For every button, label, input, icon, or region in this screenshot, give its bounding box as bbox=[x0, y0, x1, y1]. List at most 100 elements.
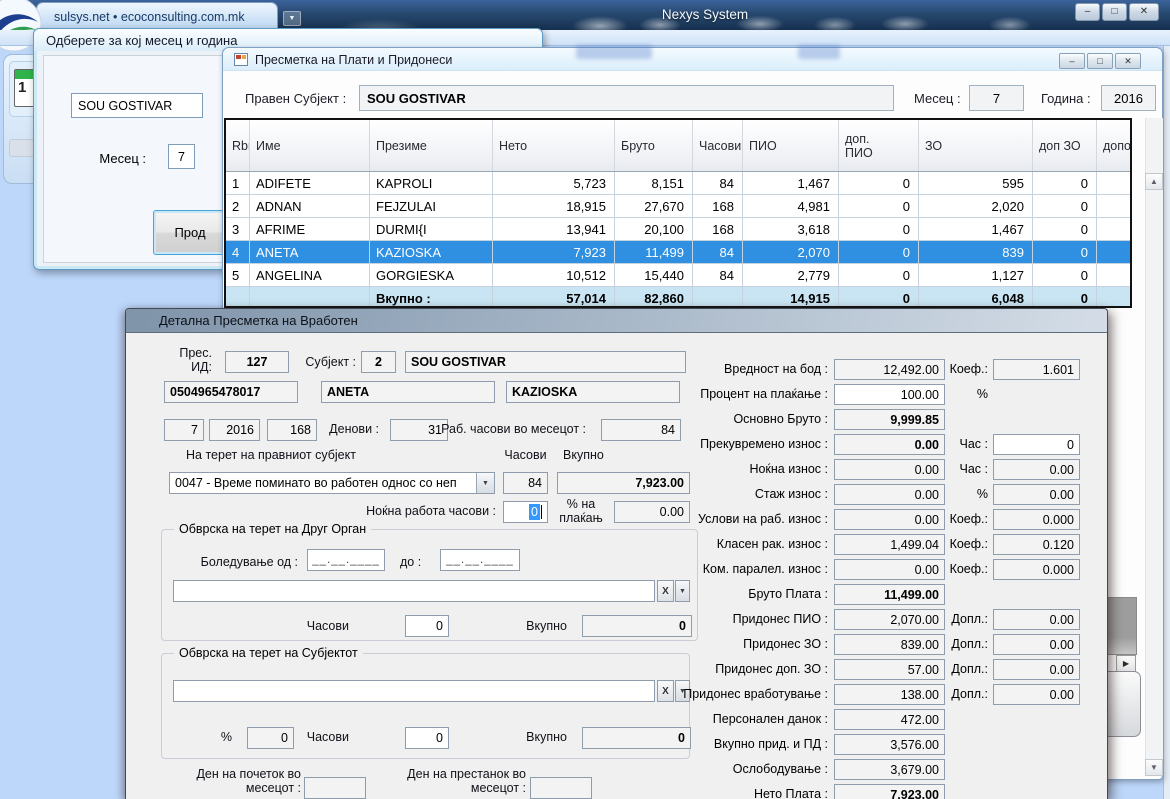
field-value-2[interactable]: 0.00 bbox=[993, 484, 1080, 505]
detail-right-row: Ком. паралел. износ : 0.00 Коеф.: 0.000 bbox=[126, 559, 1086, 580]
field-value[interactable]: 12,492.00 bbox=[834, 359, 945, 380]
maximize-icon: □ bbox=[1111, 7, 1117, 17]
field-label-2: Коеф.: bbox=[944, 362, 988, 376]
detail-right-row: Придонес ЗО : 839.00 Допл.: 0.00 bbox=[126, 634, 1086, 655]
maximize-button[interactable]: □ bbox=[1102, 3, 1127, 21]
table-row[interactable]: 5 ANGELINA GORGIESKA 10,512 15,440 84 2,… bbox=[226, 264, 1130, 287]
child-restore-button[interactable]: □ bbox=[1087, 53, 1113, 69]
continue-button[interactable]: Прод bbox=[153, 210, 227, 255]
minimize-icon: – bbox=[1085, 7, 1091, 17]
field-label: Придонес ЗО : bbox=[556, 637, 828, 651]
table-row[interactable]: 1 ADIFETE KAPROLI 5,723 8,151 84 1,467 0… bbox=[226, 172, 1130, 195]
minimize-icon: – bbox=[1069, 56, 1074, 66]
blurred-menu-text bbox=[798, 45, 840, 59]
field-value[interactable]: 11,499.00 bbox=[834, 584, 945, 605]
detail-right-row: Придонес вработување : 138.00 Допл.: 0.0… bbox=[126, 684, 1086, 705]
field-label-2: Час : bbox=[944, 462, 988, 476]
field-value[interactable]: 1,499.04 bbox=[834, 534, 945, 555]
field-value[interactable]: 138.00 bbox=[834, 684, 945, 705]
field-label: Услови на раб. износ : bbox=[556, 512, 828, 526]
field-value-2[interactable]: 0.120 bbox=[993, 534, 1080, 555]
col-header-prezime[interactable]: Презиме bbox=[370, 120, 493, 171]
month-label: Месец : bbox=[914, 91, 961, 106]
col-header-dop-zo[interactable]: доп ЗО bbox=[1033, 120, 1097, 171]
field-value[interactable]: 9,999.85 bbox=[834, 409, 945, 430]
detail-window-title: Детална Пресметка на Вработен bbox=[159, 313, 358, 328]
field-value[interactable]: 2,070.00 bbox=[834, 609, 945, 630]
month-field[interactable]: 7 bbox=[969, 85, 1024, 111]
field-value-2[interactable]: 0.00 bbox=[993, 659, 1080, 680]
field-label: Вкупно прид. и ПД : bbox=[556, 737, 828, 751]
scroll-down-icon: ▼ bbox=[1150, 763, 1158, 772]
field-label-2: % bbox=[944, 387, 988, 401]
col-header-dopol[interactable]: допол bbox=[1097, 120, 1132, 171]
field-label-2: Допл.: bbox=[944, 662, 988, 676]
scroll-up-button[interactable]: ▲ bbox=[1145, 173, 1163, 190]
minimize-button[interactable]: – bbox=[1075, 3, 1100, 21]
legal-subject-label: Правен Субјект : bbox=[245, 91, 346, 106]
field-value-2[interactable]: 0.00 bbox=[993, 684, 1080, 705]
field-value[interactable]: 472.00 bbox=[834, 709, 945, 730]
col-header-bruto[interactable]: Бруто bbox=[615, 120, 693, 171]
vertical-scrollbar[interactable] bbox=[1145, 118, 1163, 776]
col-header-casovi[interactable]: Часови bbox=[693, 120, 743, 171]
year-label: Година : bbox=[1041, 91, 1091, 106]
table-body: 1 ADIFETE KAPROLI 5,723 8,151 84 1,467 0… bbox=[226, 172, 1130, 308]
field-value[interactable]: 839.00 bbox=[834, 634, 945, 655]
legal-subject-field[interactable]: SOU GOSTIVAR bbox=[359, 85, 894, 111]
tab-dropdown-icon[interactable]: ▼ bbox=[283, 11, 301, 26]
field-value[interactable]: 0.00 bbox=[834, 434, 945, 455]
restore-icon: □ bbox=[1097, 56, 1102, 66]
field-label: Персонален данок : bbox=[556, 712, 828, 726]
field-value-2[interactable]: 0.000 bbox=[993, 509, 1080, 530]
child-minimize-button[interactable]: – bbox=[1059, 53, 1085, 69]
field-value[interactable]: 7,923.00 bbox=[834, 784, 945, 799]
col-header-ime[interactable]: Име bbox=[250, 120, 370, 171]
table-row[interactable]: 2 ADNAN FEJZULAI 18,915 27,670 168 4,981… bbox=[226, 195, 1130, 218]
scroll-right-button[interactable]: ▶ bbox=[1116, 655, 1136, 672]
col-header-neto[interactable]: Нето bbox=[493, 120, 615, 171]
field-value[interactable]: 100.00 bbox=[834, 384, 945, 405]
mdi-right-edge bbox=[1163, 46, 1170, 799]
detail-right-row: Прекувремено износ : 0.00 Час : 0 bbox=[126, 434, 1086, 455]
detail-right-row: Нето Плата : 7,923.00 bbox=[126, 784, 1086, 799]
child-close-button[interactable]: ✕ bbox=[1115, 53, 1141, 69]
scroll-down-button[interactable]: ▼ bbox=[1145, 759, 1163, 776]
field-value-2[interactable]: 0 bbox=[993, 434, 1080, 455]
field-value[interactable]: 0.00 bbox=[834, 459, 945, 480]
month-input[interactable]: 7 bbox=[168, 144, 195, 169]
year-field[interactable]: 2016 bbox=[1101, 85, 1156, 111]
col-header-rbr[interactable]: Rbr bbox=[226, 120, 250, 171]
field-label-2: Коеф.: bbox=[944, 537, 988, 551]
table-row[interactable]: 4 ANETA KAZIOSKA 7,923 11,499 84 2,070 0… bbox=[226, 241, 1130, 264]
field-value[interactable]: 0.00 bbox=[834, 559, 945, 580]
col-header-pio[interactable]: ПИО bbox=[743, 120, 839, 171]
field-label-2: Допл.: bbox=[944, 612, 988, 626]
detail-right-row: Придонес доп. ЗО : 57.00 Допл.: 0.00 bbox=[126, 659, 1086, 680]
col-header-zo[interactable]: ЗО bbox=[919, 120, 1033, 171]
field-label: Вредност на бод : bbox=[556, 362, 828, 376]
field-label: Прекувремено износ : bbox=[556, 437, 828, 451]
close-button[interactable]: ✕ bbox=[1129, 3, 1159, 21]
detail-right-rows: Вредност на бод : 12,492.00 Коеф.: 1.601… bbox=[126, 359, 1086, 799]
field-value[interactable]: 3,576.00 bbox=[834, 734, 945, 755]
field-value[interactable]: 0.00 bbox=[834, 509, 945, 530]
blurred-menu-text bbox=[576, 45, 652, 59]
subject-combobox[interactable]: SOU GOSTIVAR bbox=[71, 93, 203, 118]
field-label: Класен рак. износ : bbox=[556, 537, 828, 551]
detail-right-row: Класен рак. износ : 1,499.04 Коеф.: 0.12… bbox=[126, 534, 1086, 555]
field-value[interactable]: 3,679.00 bbox=[834, 759, 945, 780]
table-row[interactable]: Вкупно : 57,014 82,860 14,915 0 6,048 0 bbox=[226, 287, 1130, 308]
field-value-2[interactable]: 0.00 bbox=[993, 459, 1080, 480]
table-row[interactable]: 3 AFRIME DURMI{I 13,941 20,100 168 3,618… bbox=[226, 218, 1130, 241]
field-value-2[interactable]: 0.000 bbox=[993, 559, 1080, 580]
close-icon: ✕ bbox=[1140, 7, 1148, 17]
field-value[interactable]: 57.00 bbox=[834, 659, 945, 680]
field-value-2[interactable]: 0.00 bbox=[993, 634, 1080, 655]
detail-right-row: Придонес ПИО : 2,070.00 Допл.: 0.00 bbox=[126, 609, 1086, 630]
field-value[interactable]: 0.00 bbox=[834, 484, 945, 505]
browser-tab[interactable]: sulsys.net • ecoconsulting.com.mk bbox=[36, 2, 278, 30]
col-header-dop-pio[interactable]: доп. ПИО bbox=[839, 120, 919, 171]
field-value-2[interactable]: 1.601 bbox=[993, 359, 1080, 380]
field-value-2[interactable]: 0.00 bbox=[993, 609, 1080, 630]
